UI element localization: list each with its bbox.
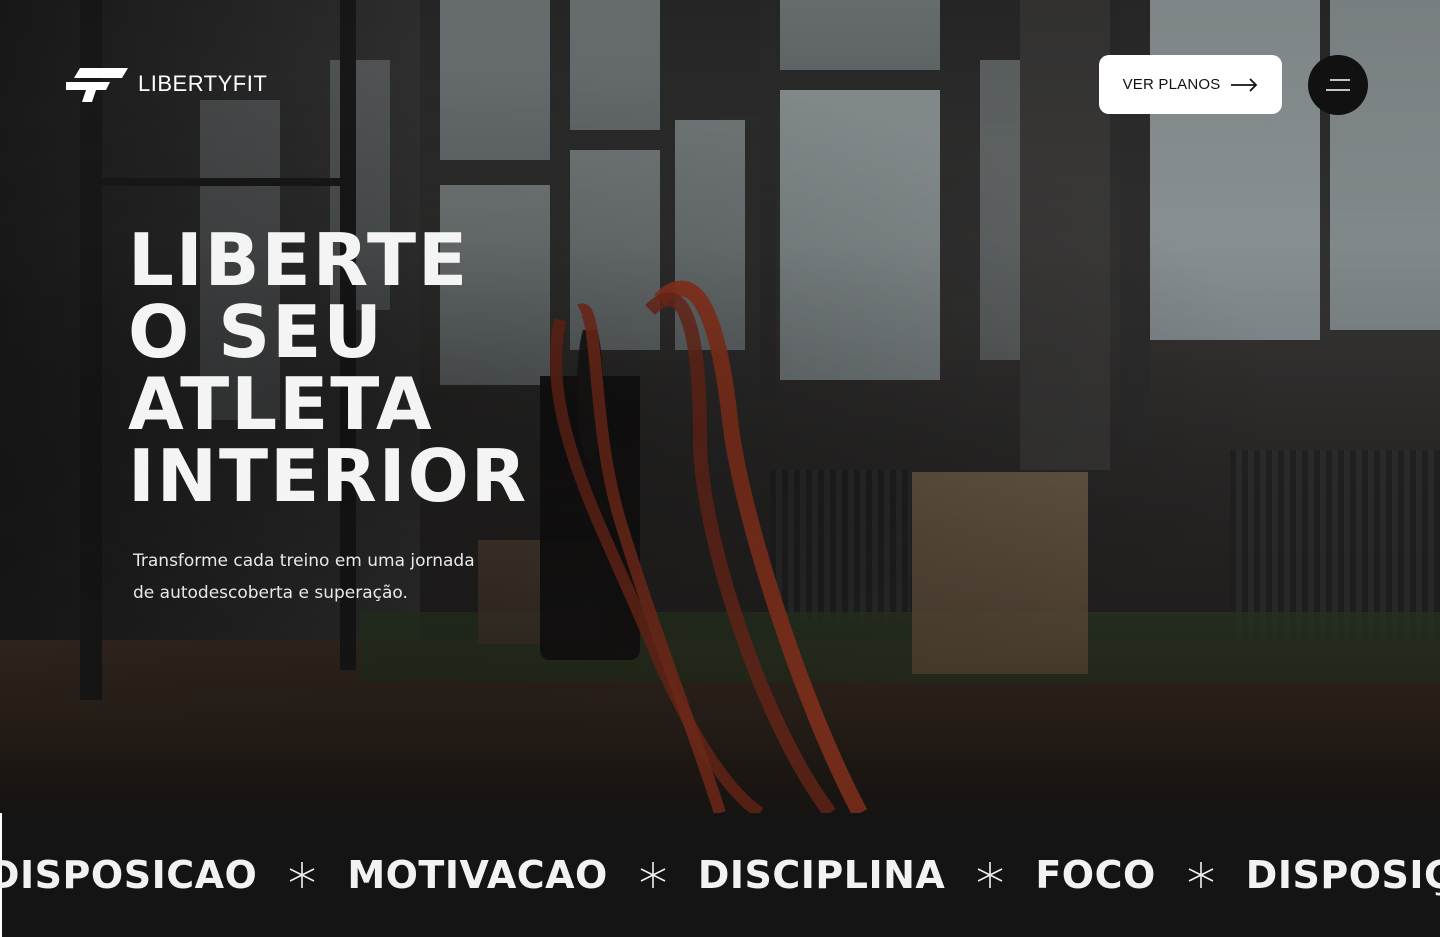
asterisk-star-icon [289,862,315,888]
subtitle-line: Transforme cada treino em uma jornada [133,551,475,571]
asterisk-star-icon [977,862,1003,888]
subtitle-line: de autodescoberta e superação. [133,583,408,603]
headline-line: LIBERTE [128,218,470,302]
view-plans-label: VER PLANOS [1122,76,1221,93]
asterisk-star-icon [640,862,666,888]
headline-line: O SEU [128,290,384,374]
marquee-item: FOCO [1035,853,1156,897]
brand-logo-link[interactable]: LIBERTYFIT [66,66,267,102]
hero-subtitle: Transforme cada treino em uma jornada de… [133,545,553,609]
headline-line: ATLETA [128,362,434,446]
menu-button[interactable] [1308,55,1368,115]
libertyfit-logo-icon [66,68,128,102]
marquee-track: DISPOSICAO MOTIVACAO DISCIPLINA FOCO DIS… [0,813,1440,937]
hamburger-menu-icon [1326,79,1350,91]
hero-headline: LIBERTE O SEU ATLETA INTERIOR [128,224,528,512]
marquee-item: MOTIVACAO [347,853,608,897]
marquee-item: DISPOSICAO [0,853,258,897]
view-plans-button[interactable]: VER PLANOS [1099,55,1282,114]
asterisk-star-icon [1188,862,1214,888]
marquee-item: DISPOSIÇÃO [1245,853,1440,897]
brand-name: LIBERTYFIT [138,71,268,96]
marquee-item: DISCIPLINA [697,853,946,897]
arrow-right-icon [1231,77,1258,92]
headline-line: INTERIOR [128,434,529,518]
values-marquee: DISPOSICAO MOTIVACAO DISCIPLINA FOCO DIS… [0,813,1440,937]
